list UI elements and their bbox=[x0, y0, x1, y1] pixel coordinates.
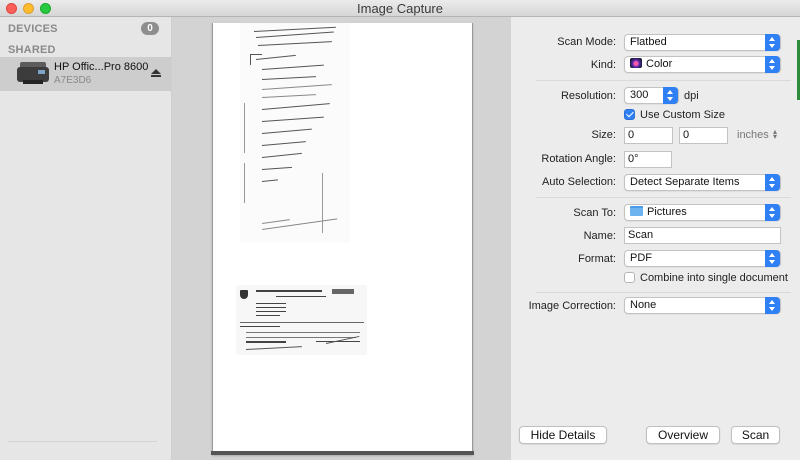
device-name: HP Offic...Pro 8600 bbox=[54, 61, 149, 73]
hide-details-button[interactable]: Hide Details bbox=[519, 426, 607, 444]
popup-arrows-icon bbox=[765, 174, 780, 191]
scan-preview-area[interactable] bbox=[172, 17, 511, 460]
page-shadow bbox=[211, 451, 474, 455]
device-sidebar: DEVICES 0 SHARED HP Offic...Pro 8600 A7E… bbox=[0, 17, 172, 460]
scan-to-value: Pictures bbox=[647, 206, 687, 218]
image-correction-popup[interactable]: None bbox=[624, 297, 781, 314]
format-value: PDF bbox=[630, 252, 652, 264]
size-unit-arrows-icon: ▴ ▾ bbox=[773, 127, 778, 141]
eject-icon[interactable] bbox=[151, 69, 161, 79]
sidebar-item-hp-officejet[interactable]: HP Offic...Pro 8600 A7E3D6 bbox=[0, 57, 171, 91]
separator bbox=[536, 80, 791, 81]
auto-selection-label: Auto Selection: bbox=[542, 176, 616, 188]
popup-arrows-icon bbox=[765, 34, 780, 51]
device-id: A7E3D6 bbox=[54, 75, 92, 86]
use-custom-size-label: Use Custom Size bbox=[640, 109, 725, 121]
title-bar: Image Capture bbox=[0, 0, 800, 17]
scan-button[interactable]: Scan bbox=[731, 426, 780, 444]
overview-button[interactable]: Overview bbox=[646, 426, 720, 444]
image-correction-label: Image Correction: bbox=[528, 300, 616, 312]
scan-mode-popup[interactable]: Flatbed bbox=[624, 34, 781, 51]
kind-value: Color bbox=[646, 58, 673, 70]
size-height-field[interactable]: 0 bbox=[679, 127, 728, 144]
kind-popup[interactable]: Color bbox=[624, 56, 781, 73]
devices-header: DEVICES bbox=[8, 23, 58, 35]
resolution-value: 300 bbox=[630, 89, 649, 101]
scan-to-label: Scan To: bbox=[573, 207, 616, 219]
auto-selection-value: Detect Separate Items bbox=[630, 176, 740, 188]
scan-mode-value: Flatbed bbox=[630, 36, 667, 48]
popup-arrows-icon bbox=[663, 87, 678, 104]
combine-single-document-label: Combine into single document bbox=[640, 272, 788, 284]
scanned-ups-receipt bbox=[236, 285, 367, 355]
resolution-label: Resolution: bbox=[560, 90, 616, 102]
printer-icon bbox=[17, 61, 49, 85]
format-label: Format: bbox=[578, 253, 616, 265]
folder-icon bbox=[630, 206, 643, 216]
size-label: Size: bbox=[591, 129, 616, 141]
rotation-angle-label: Rotation Angle: bbox=[541, 153, 616, 165]
sidebar-divider bbox=[8, 441, 157, 442]
color-kind-icon bbox=[630, 58, 642, 68]
popup-arrows-icon bbox=[765, 297, 780, 314]
name-field[interactable]: Scan bbox=[624, 227, 781, 244]
resolution-unit: dpi bbox=[684, 90, 699, 102]
popup-arrows-icon bbox=[765, 250, 780, 267]
separator bbox=[536, 197, 791, 198]
scan-mode-label: Scan Mode: bbox=[557, 36, 616, 48]
scan-to-popup[interactable]: Pictures bbox=[624, 204, 781, 221]
shared-header: SHARED bbox=[8, 44, 56, 56]
window-title: Image Capture bbox=[357, 1, 443, 16]
size-unit-popup[interactable]: inches bbox=[737, 129, 769, 141]
scanned-page bbox=[212, 23, 473, 455]
rotation-angle-field[interactable]: 0° bbox=[624, 151, 672, 168]
separator bbox=[536, 292, 791, 293]
size-width-field[interactable]: 0 bbox=[624, 127, 673, 144]
resolution-combobox[interactable]: 300 bbox=[624, 87, 679, 104]
popup-arrows-icon bbox=[765, 56, 780, 73]
devices-count-badge: 0 bbox=[141, 22, 159, 35]
image-correction-value: None bbox=[630, 299, 657, 311]
name-label: Name: bbox=[583, 230, 616, 242]
kind-label: Kind: bbox=[590, 59, 616, 71]
format-popup[interactable]: PDF bbox=[624, 250, 781, 267]
use-custom-size-checkbox[interactable] bbox=[624, 109, 635, 120]
combine-single-document-checkbox[interactable] bbox=[624, 272, 635, 283]
auto-selection-popup[interactable]: Detect Separate Items bbox=[624, 174, 781, 191]
scanned-handwritten-note bbox=[240, 23, 350, 243]
popup-arrows-icon bbox=[765, 204, 780, 221]
